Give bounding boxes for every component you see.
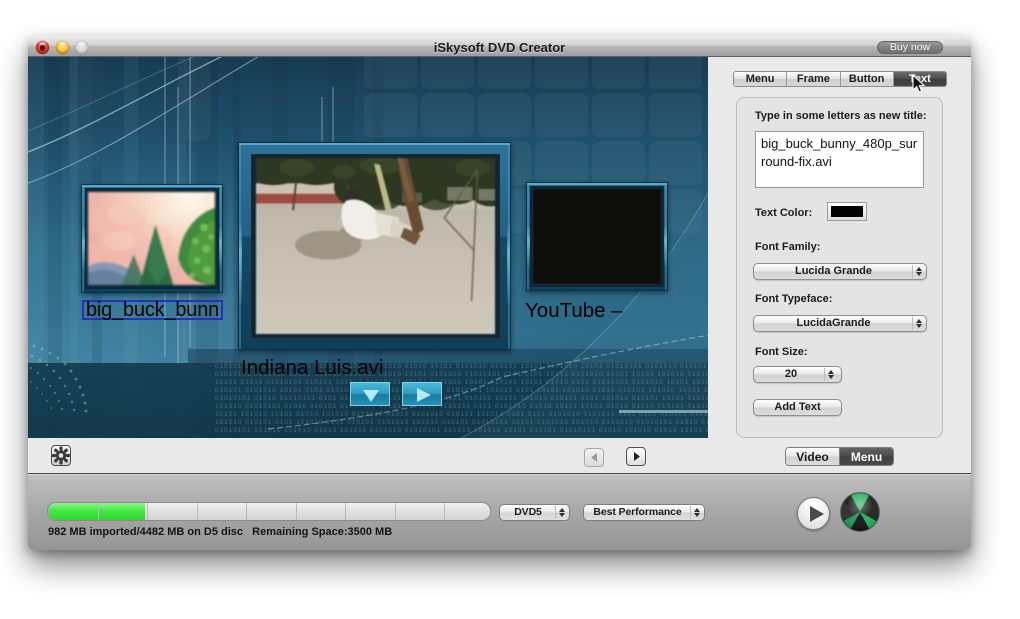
svg-text:10101 01010 01010101 010101 1: 10101 01010 01010101 010101 101010 01010… — [215, 379, 708, 386]
svg-text:01010101 01010 01010101 0101: 01010101 01010 01010101 0101 01010 01010… — [215, 395, 708, 402]
svg-text:01010101 101010 101010 01010: 01010101 101010 101010 01010 101010 0101… — [215, 427, 708, 434]
svg-text:101010 010101 0101 101010 0101: 101010 010101 0101 101010 0101 010101 01… — [215, 419, 708, 426]
svg-text:101010 01010101 01010 010101: 101010 01010101 01010 010101 01010101 10… — [215, 403, 708, 410]
svg-text:010101 0101010 10101 0101 0101: 010101 0101010 10101 0101 0101010 10101 … — [215, 387, 708, 394]
